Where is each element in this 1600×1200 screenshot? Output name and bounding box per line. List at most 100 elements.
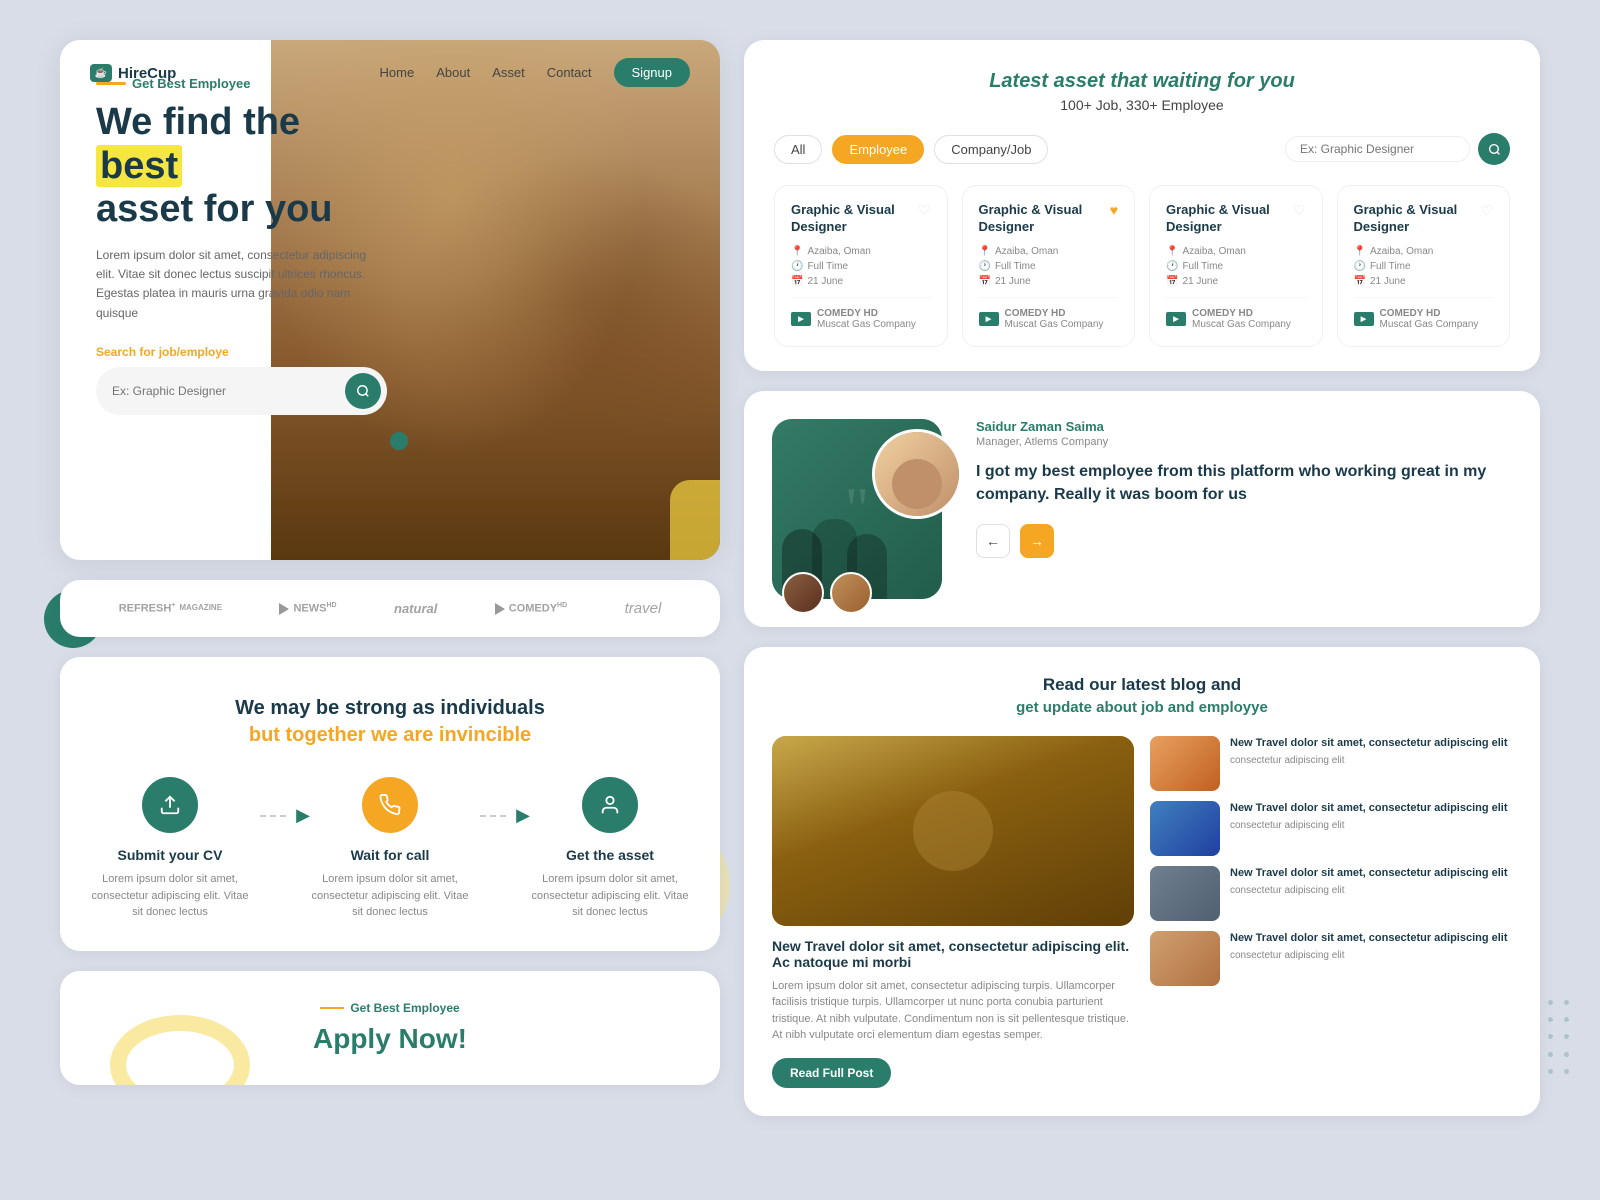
hero-description: Lorem ipsum dolor sit amet, consectetur … (96, 246, 387, 323)
blog-item-text-2: New Travel dolor sit amet, consectetur a… (1230, 866, 1508, 882)
job-card-heart-3[interactable]: ♡ (1480, 202, 1493, 219)
logo-text: HireCup (118, 65, 176, 82)
step-desc-0: Lorem ipsum dolor sit amet, consectetur … (90, 871, 250, 921)
steps-row: Submit your CV Lorem ipsum dolor sit ame… (90, 777, 690, 921)
search-bar (96, 367, 387, 415)
filter-tab-companyjob[interactable]: Company/Job (934, 135, 1048, 164)
filter-search (1285, 133, 1510, 165)
filter-tab-all[interactable]: All (774, 135, 822, 164)
filter-search-button[interactable] (1478, 133, 1510, 165)
calendar-icon-0: 📅 (791, 276, 803, 287)
testimonial-prev-btn[interactable]: ← (976, 524, 1010, 558)
filter-search-input[interactable] (1285, 136, 1470, 162)
blog-item-2: New Travel dolor sit amet, consectetur a… (1150, 866, 1512, 921)
search-label: Search for job/employe (96, 345, 387, 359)
nav-signup[interactable]: Signup (614, 58, 690, 87)
steps-subtitle: but together we are invincible (90, 724, 690, 747)
job-card-title-3: Graphic & Visual Designer (1354, 202, 1481, 236)
nav-home[interactable]: Home (380, 65, 415, 80)
job-card-type-3: 🕐 Full Time (1354, 261, 1494, 272)
blog-item-image-3 (1150, 931, 1220, 986)
step-name-1: Wait for call (351, 847, 430, 863)
logo: ☕ HireCup (90, 64, 176, 82)
company-logo-2: ▶ (1166, 312, 1186, 326)
blog-read-button[interactable]: Read Full Post (772, 1058, 891, 1088)
blog-item-text-1: New Travel dolor sit amet, consectetur a… (1230, 801, 1508, 817)
nav-asset[interactable]: Asset (492, 65, 525, 80)
step-connector-2: ▶ (470, 777, 530, 826)
blog-main-desc: Lorem ipsum dolor sit amet, consectetur … (772, 978, 1134, 1044)
blog-main-title: New Travel dolor sit amet, consectetur a… (772, 938, 1134, 970)
job-card-company-2: ▶ COMEDY HD Muscat Gas Company (1166, 297, 1306, 330)
hero-title: We find the best asset for you (96, 101, 387, 232)
job-card-header-0: Graphic & Visual Designer ♡ (791, 202, 931, 236)
testimonial-content: Saidur Zaman Saima Manager, Atlems Compa… (976, 419, 1512, 558)
job-card-date-2: 📅 21 June (1166, 276, 1306, 287)
testimonial-image-block: " (772, 419, 952, 599)
job-card-type-2: 🕐 Full Time (1166, 261, 1306, 272)
company-logo-1: ▶ (979, 312, 999, 326)
brand-news-tri (279, 603, 289, 615)
job-card-location-1: 📍 Azaiba, Oman (979, 246, 1119, 257)
blog-item-image-2 (1150, 866, 1220, 921)
testimonial-small-avatars (782, 572, 872, 614)
job-card-0: Graphic & Visual Designer ♡ 📍 Azaiba, Om… (774, 185, 948, 347)
connector-arrow-2: ▶ (516, 805, 530, 826)
job-card-company-1: ▶ COMEDY HD Muscat Gas Company (979, 297, 1119, 330)
left-panel: ☕ HireCup Home About Asset Contact Signu… (60, 40, 720, 1116)
la-subtitle: 100+ Job, 330+ Employee (774, 97, 1510, 113)
blog-item-subtext-1: consectetur adipiscing elit (1230, 819, 1508, 833)
job-card-date-0: 📅 21 June (791, 276, 931, 287)
nav-contact[interactable]: Contact (547, 65, 592, 80)
job-card-heart-1[interactable]: ♥ (1110, 202, 1118, 218)
apply-badge-line (320, 1007, 344, 1009)
job-card-company-3: ▶ COMEDY HD Muscat Gas Company (1354, 297, 1494, 330)
blog-item-3: New Travel dolor sit amet, consectetur a… (1150, 931, 1512, 986)
hero-title-prefix: We find the (96, 101, 300, 143)
search-input[interactable] (112, 384, 337, 398)
blog-grid: New Travel dolor sit amet, consectetur a… (772, 736, 1512, 1088)
job-card-header-2: Graphic & Visual Designer ♡ (1166, 202, 1306, 236)
latest-asset-section: Latest asset that waiting for you 100+ J… (744, 40, 1540, 371)
brand-comedy-tri (495, 603, 505, 615)
blog-item-image-1 (1150, 801, 1220, 856)
testimonial-nav: ← → (976, 524, 1512, 558)
job-card-heart-2[interactable]: ♡ (1293, 202, 1306, 219)
job-card-date-1: 📅 21 June (979, 276, 1119, 287)
blog-item-subtext-3: consectetur adipiscing elit (1230, 949, 1508, 963)
job-card-title-2: Graphic & Visual Designer (1166, 202, 1293, 236)
brand-refresh: REFRESH+ MAGAZINE (119, 602, 222, 615)
blog-item-text-3: New Travel dolor sit amet, consectetur a… (1230, 931, 1508, 947)
blog-title: Read our latest blog and (772, 675, 1512, 695)
job-card-heart-0[interactable]: ♡ (918, 202, 931, 219)
blog-item-text-0: New Travel dolor sit amet, consectetur a… (1230, 736, 1508, 752)
right-panel: Latest asset that waiting for you 100+ J… (744, 40, 1540, 1116)
search-button[interactable] (345, 373, 381, 409)
job-card-header-1: Graphic & Visual Designer ♥ (979, 202, 1119, 236)
job-card-type-1: 🕐 Full Time (979, 261, 1119, 272)
nav-about[interactable]: About (436, 65, 470, 80)
step-wait-call: Wait for call Lorem ipsum dolor sit amet… (310, 777, 470, 921)
testimonial-text: I got my best employee from this platfor… (976, 460, 1512, 506)
location-icon-0: 📍 (791, 246, 803, 257)
testimonial-name: Saidur Zaman Saima (976, 419, 1512, 434)
hero-title-highlight: best (96, 145, 182, 187)
job-card-header-3: Graphic & Visual Designer ♡ (1354, 202, 1494, 236)
blog-main-item: New Travel dolor sit amet, consectetur a… (772, 736, 1134, 1088)
job-cards-grid: Graphic & Visual Designer ♡ 📍 Azaiba, Om… (774, 185, 1510, 347)
nav-links: Home About Asset Contact Signup (380, 64, 690, 82)
connector-line-2 (480, 815, 506, 817)
brand-comedy: COMEDYHD (495, 602, 567, 615)
job-card-type-0: 🕐 Full Time (791, 261, 931, 272)
step-connector-1: ▶ (250, 777, 310, 826)
blog-item-subtext-0: consectetur adipiscing elit (1230, 754, 1508, 768)
job-card-title-0: Graphic & Visual Designer (791, 202, 918, 236)
apply-badge: Get Best Employee (90, 1001, 690, 1015)
testimonial-next-btn[interactable]: → (1020, 524, 1054, 558)
connector-line-1 (260, 815, 286, 817)
logo-icon: ☕ (90, 64, 112, 82)
hero-badge-line (96, 82, 126, 85)
step-get-asset: Get the asset Lorem ipsum dolor sit amet… (530, 777, 690, 921)
company-logo-3: ▶ (1354, 312, 1374, 326)
filter-tab-employee[interactable]: Employee (832, 135, 924, 164)
